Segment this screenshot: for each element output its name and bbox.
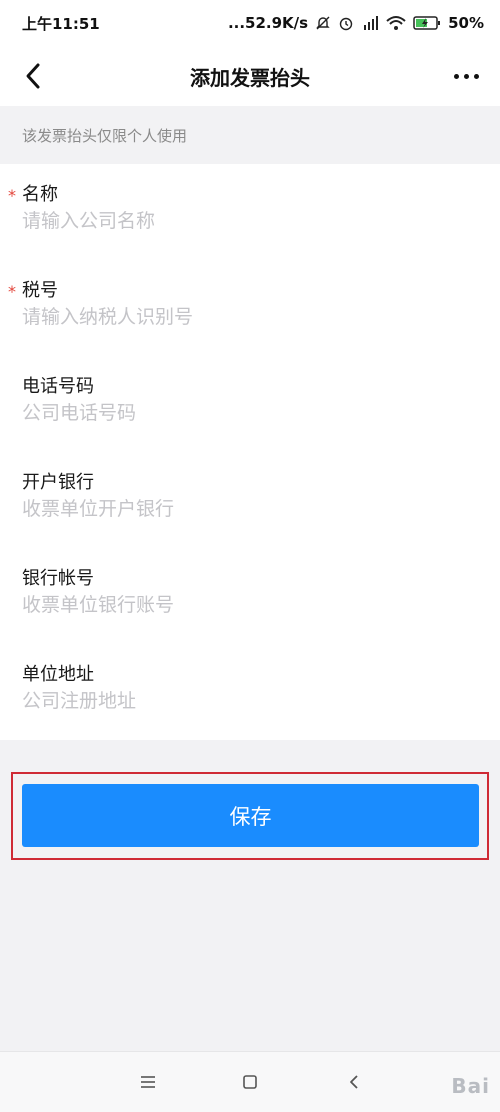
required-mark: * (8, 186, 16, 205)
more-dots-icon (463, 73, 469, 79)
mute-bell-icon (316, 16, 330, 30)
hint-text: 该发票抬头仅限个人使用 (0, 106, 500, 164)
bank-account-input[interactable] (22, 590, 462, 620)
phone-input[interactable] (22, 398, 462, 428)
page-title: 添加发票抬头 (190, 65, 310, 90)
field-phone: 电话号码 (0, 356, 500, 452)
field-bank: 开户银行 (0, 452, 500, 548)
bank-input[interactable] (22, 494, 462, 524)
battery-percent: 50% (448, 14, 484, 32)
more-button[interactable] (446, 58, 486, 94)
invoice-form: * 名称 * 税号 电话号码 开户银行 银行帐号 单位地址 (0, 164, 500, 740)
alarm-icon (339, 17, 353, 31)
status-indicators: ...52.9K/s 50% (228, 14, 484, 32)
field-tax-number: * 税号 (0, 260, 500, 356)
menu-button[interactable] (136, 1070, 160, 1094)
save-button[interactable]: 保存 (22, 784, 479, 847)
home-icon (243, 1075, 257, 1089)
field-label: 开户银行 (22, 472, 94, 493)
field-label: 银行帐号 (22, 568, 94, 589)
status-bar: 上午11:51 ...52.9K/s 50% (0, 0, 500, 46)
nav-bar: 添加发票抬头 (0, 46, 500, 106)
system-nav-bar: Bai (0, 1051, 500, 1112)
hd-signal-icon (364, 16, 379, 30)
company-name-input[interactable] (22, 206, 462, 236)
chevron-left-icon (26, 63, 40, 89)
field-bank-account: 银行帐号 (0, 548, 500, 644)
field-label: 税号 (22, 280, 58, 301)
field-label: 名称 (22, 184, 58, 205)
required-mark: * (8, 282, 16, 301)
field-label: 单位地址 (22, 664, 94, 685)
address-input[interactable] (22, 686, 462, 716)
back-icon (350, 1075, 358, 1089)
field-address: 单位地址 (0, 644, 500, 740)
field-label: 电话号码 (22, 376, 94, 397)
tax-number-input[interactable] (22, 302, 462, 332)
more-dots-icon (453, 73, 459, 79)
wifi-icon (386, 16, 406, 30)
field-company-name: * 名称 (0, 164, 500, 260)
status-time: 上午11:51 (22, 14, 100, 33)
back-button[interactable] (14, 58, 52, 94)
menu-icon (141, 1076, 155, 1088)
network-speed: ...52.9K/s (227, 14, 309, 32)
system-back-button[interactable] (342, 1070, 366, 1094)
watermark: Bai (451, 1074, 490, 1098)
home-button[interactable] (238, 1070, 262, 1094)
more-dots-icon (473, 73, 479, 79)
battery-charging-icon (413, 16, 441, 30)
